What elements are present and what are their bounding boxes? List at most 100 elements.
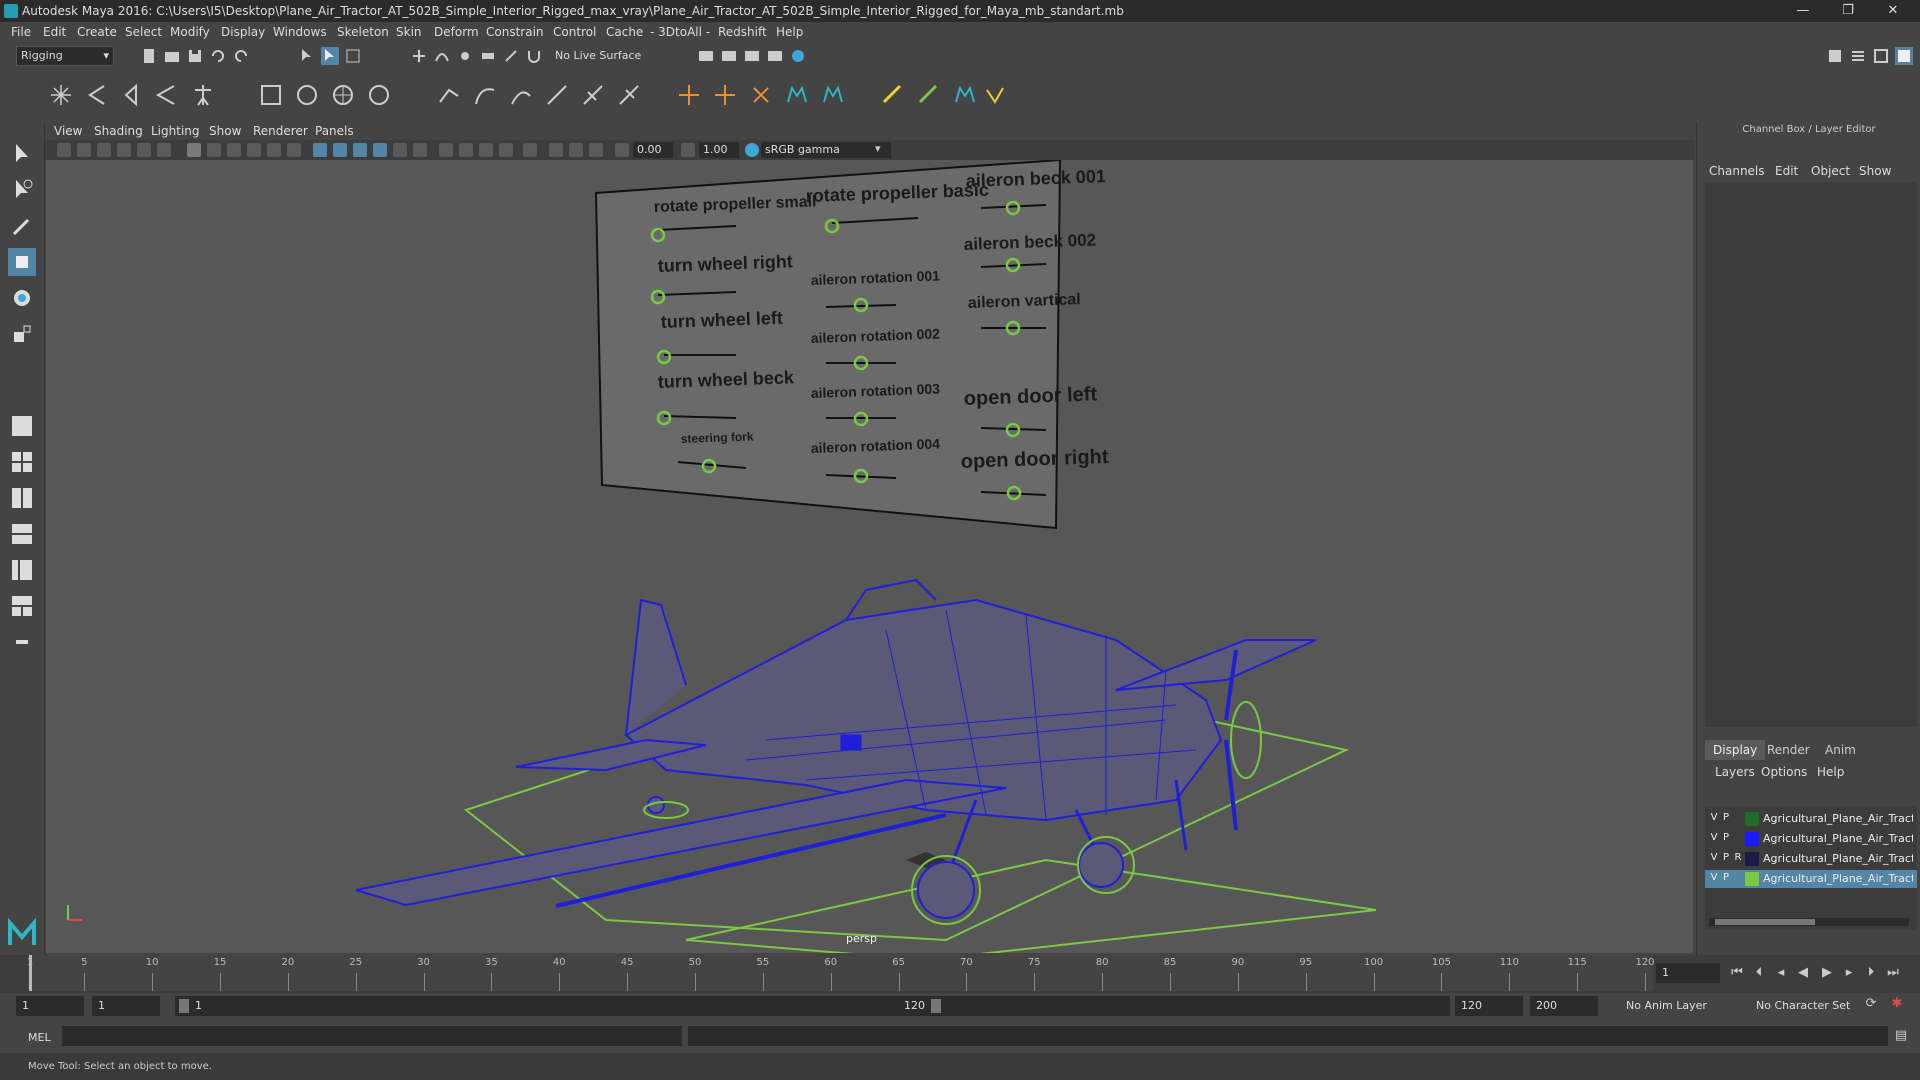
layer-playback-toggle[interactable]: P	[1721, 852, 1731, 863]
snap-view-plane-icon[interactable]	[479, 47, 497, 65]
character-controls-icon[interactable]	[820, 82, 846, 108]
vp-menu-renderer[interactable]: Renderer	[253, 124, 308, 138]
four-pane-layout-icon[interactable]	[8, 448, 36, 476]
layer-menu-help[interactable]: Help	[1817, 765, 1844, 779]
graph-layout-icon[interactable]	[8, 592, 36, 620]
go-to-end-icon[interactable]: ⏭	[1884, 964, 1902, 982]
menu-select[interactable]: Select	[125, 25, 162, 39]
select-by-hierarchy-icon[interactable]	[298, 47, 316, 65]
screen-space-ao-icon[interactable]	[439, 143, 453, 157]
undo-icon[interactable]	[209, 47, 227, 65]
render-view-icon[interactable]	[697, 47, 715, 65]
play-backwards-icon[interactable]: ◀	[1794, 964, 1812, 982]
smooth-shade-icon[interactable]	[333, 143, 347, 157]
shadows-icon[interactable]	[413, 143, 427, 157]
wireframe-icon[interactable]	[313, 143, 327, 157]
layer-scrollbar[interactable]	[1709, 918, 1909, 926]
two-d-pan-icon[interactable]	[137, 143, 151, 157]
hypershade-icon[interactable]	[789, 47, 807, 65]
cluster-icon[interactable]	[508, 82, 534, 108]
end-time-field[interactable]: 200	[1530, 996, 1598, 1016]
quick-rig-icon[interactable]	[190, 82, 216, 108]
select-camera-icon[interactable]	[57, 143, 71, 157]
menu-deform[interactable]: Deform	[434, 25, 479, 39]
layer-display-type-toggle[interactable]: R	[1733, 852, 1743, 863]
isolate-select-icon[interactable]	[523, 143, 537, 157]
aim-constraint-icon[interactable]	[712, 82, 738, 108]
xray-icon[interactable]	[549, 143, 563, 157]
play-forwards-icon[interactable]: ▶	[1818, 964, 1836, 982]
ik-handle-icon[interactable]	[436, 82, 462, 108]
menu-3dtoall[interactable]: - 3DtoAll -	[650, 25, 710, 39]
colorspace-dropdown[interactable]: sRGB gamma	[761, 142, 891, 158]
blend-shape-icon[interactable]	[616, 82, 642, 108]
render-current-icon[interactable]	[720, 47, 738, 65]
save-scene-icon[interactable]	[186, 47, 204, 65]
insert-joint-icon[interactable]	[84, 82, 110, 108]
image-plane-icon[interactable]	[117, 143, 131, 157]
range-end-handle[interactable]	[931, 999, 941, 1013]
menu-modify[interactable]: Modify	[170, 25, 210, 39]
channel-box-area[interactable]	[1705, 182, 1917, 727]
xray-joints-icon[interactable]	[569, 143, 583, 157]
gamma-icon[interactable]	[681, 143, 695, 157]
playback-start-field[interactable]: 1	[92, 996, 160, 1016]
start-time-field[interactable]: 1	[16, 996, 84, 1016]
propeller-controller[interactable]	[1230, 701, 1262, 779]
ik-spline-icon[interactable]	[472, 82, 498, 108]
mel-label[interactable]: MEL	[28, 1031, 51, 1044]
camera-attributes-icon[interactable]	[77, 143, 91, 157]
custom-layout-icon[interactable]	[8, 628, 36, 656]
menu-constrain[interactable]: Constrain	[486, 25, 544, 39]
snap-point-icon[interactable]	[456, 47, 474, 65]
menu-file[interactable]: File	[11, 25, 31, 39]
mirror-joint-icon[interactable]	[118, 82, 144, 108]
paint-select-tool-icon[interactable]	[8, 212, 36, 240]
viewport-persp[interactable]: rotate propeller small rotate propeller b…	[46, 160, 1693, 953]
menu-skin[interactable]: Skin	[396, 25, 422, 39]
menu-create[interactable]: Create	[77, 25, 117, 39]
auto-key-icon[interactable]: ⟳	[1862, 995, 1880, 1013]
menu-edit[interactable]: Edit	[43, 25, 66, 39]
minimize-button[interactable]: —	[1783, 2, 1823, 20]
move-tool-icon[interactable]	[8, 248, 36, 276]
select-by-component-icon[interactable]	[344, 47, 362, 65]
layer-row[interactable]: V P Agricultural_Plane_Air_Tractor	[1705, 870, 1917, 888]
go-to-start-icon[interactable]: ⏮	[1728, 964, 1746, 982]
time-ruler[interactable]: 1510152025303540455055606570758085909510…	[27, 955, 1655, 991]
snap-curve-icon[interactable]	[433, 47, 451, 65]
lattice-icon[interactable]	[544, 82, 570, 108]
preferences-icon[interactable]: ✱	[1888, 995, 1906, 1013]
current-time-marker[interactable]	[29, 955, 32, 991]
menu-control[interactable]: Control	[553, 25, 596, 39]
use-all-lights-icon[interactable]	[393, 143, 407, 157]
ipr-render-icon[interactable]	[743, 47, 761, 65]
hik-icon[interactable]	[784, 82, 810, 108]
tab-render[interactable]: Render	[1759, 740, 1818, 760]
paint-skin-icon[interactable]	[880, 82, 906, 108]
layer-visibility-toggle[interactable]: V	[1709, 852, 1719, 863]
hik-source-icon[interactable]	[952, 82, 978, 108]
colorspace-chevron-icon[interactable]: ▾	[875, 142, 881, 155]
menu-set-dropdown[interactable]: Rigging ▾	[16, 46, 114, 66]
tab-display[interactable]: Display	[1705, 740, 1766, 760]
grease-pencil-icon[interactable]	[157, 143, 171, 157]
command-input[interactable]	[62, 1026, 682, 1046]
vp-menu-shading[interactable]: Shading	[94, 124, 143, 138]
menu-windows[interactable]: Windows	[273, 25, 327, 39]
vp-menu-view[interactable]: View	[54, 124, 82, 138]
snap-magnet-icon[interactable]	[525, 47, 543, 65]
xray-components-icon[interactable]	[589, 143, 603, 157]
check-icon[interactable]	[982, 82, 1008, 108]
film-gate-icon[interactable]	[207, 143, 221, 157]
outliner-layout-icon[interactable]	[8, 556, 36, 584]
vp-menu-show[interactable]: Show	[209, 124, 241, 138]
attribute-editor-icon[interactable]	[1849, 47, 1867, 65]
select-tool-icon[interactable]	[8, 140, 36, 168]
layer-visibility-toggle[interactable]: V	[1709, 872, 1719, 883]
layer-row[interactable]: V P Agricultural_Plane_Air_Tractor	[1705, 810, 1917, 828]
bookmark-icon[interactable]	[97, 143, 111, 157]
menu-cache[interactable]: Cache	[606, 25, 643, 39]
step-forward-key-icon[interactable]: ⏵	[1862, 964, 1880, 982]
cb-menu-object[interactable]: Object	[1811, 164, 1850, 178]
